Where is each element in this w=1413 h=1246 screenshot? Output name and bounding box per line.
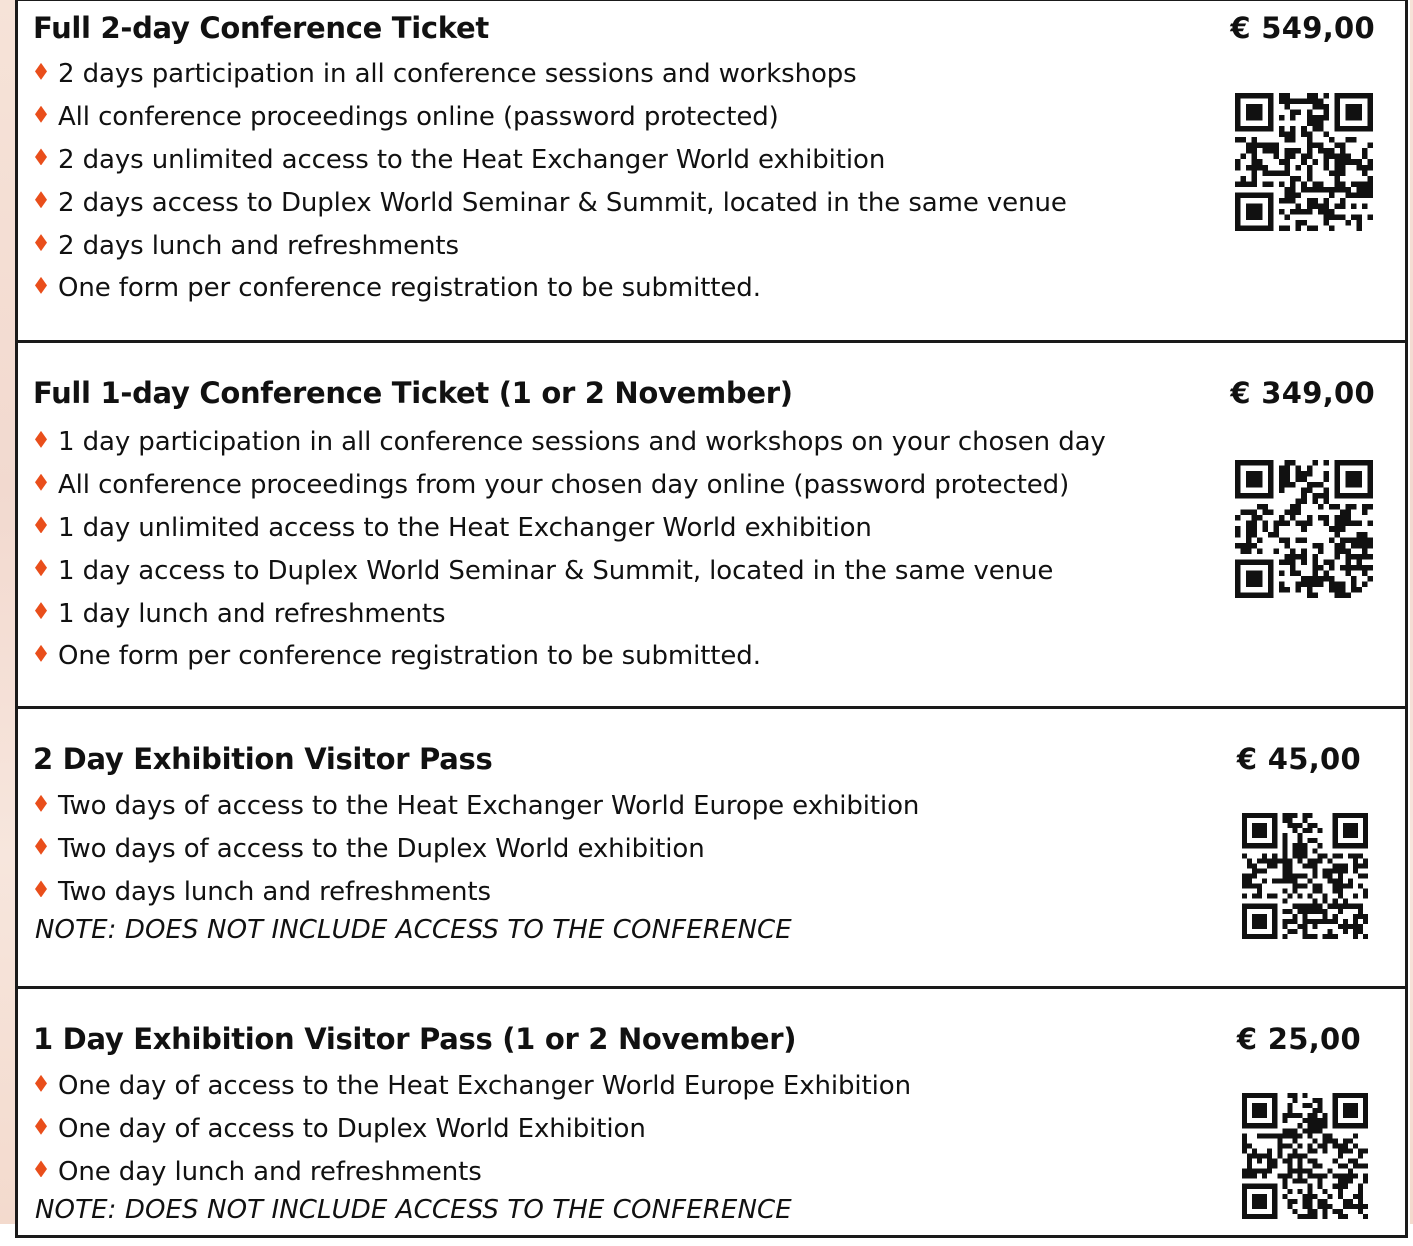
feature-item: All conference proceedings from your cho… <box>33 464 1106 507</box>
feature-text: 2 days unlimited access to the Heat Exch… <box>58 144 886 175</box>
feature-item: Two days of access to the Duplex World e… <box>33 828 919 871</box>
qr-pattern <box>1235 460 1373 598</box>
qr-code-icon[interactable] <box>1242 1093 1368 1219</box>
feature-item: Two days of access to the Heat Exchanger… <box>33 785 919 828</box>
feature-item: 2 days unlimited access to the Heat Exch… <box>33 139 1067 182</box>
diamond-bullet-icon <box>35 644 47 662</box>
qr-pattern <box>1242 1093 1368 1219</box>
ticket-note: NOTE: DOES NOT INCLUDE ACCESS TO THE CON… <box>35 915 792 945</box>
qr-code-icon[interactable] <box>1242 813 1368 939</box>
feature-text: One day of access to the Heat Exchanger … <box>58 1071 911 1102</box>
feature-text: 1 day participation in all conference se… <box>58 427 1106 458</box>
feature-item: All conference proceedings online (passw… <box>33 96 1067 139</box>
feature-text: 1 day unlimited access to the Heat Excha… <box>58 512 872 543</box>
diamond-bullet-icon <box>35 276 47 294</box>
feature-text: 2 days participation in all conference s… <box>58 59 857 90</box>
diamond-bullet-icon <box>35 837 47 855</box>
feature-item: One form per conference registration to … <box>33 635 1106 678</box>
ticket-price: € 25,00 <box>1236 1022 1361 1056</box>
diamond-bullet-icon <box>35 516 47 534</box>
feature-text: One day lunch and refreshments <box>58 1156 482 1187</box>
feature-item: One day of access to Duplex World Exhibi… <box>33 1108 911 1151</box>
page-edge-left <box>0 0 16 1224</box>
ticket-2-day-visitor-pass: 2 Day Exhibition Visitor Pass € 45,00 Tw… <box>18 706 1405 988</box>
qr-pattern <box>1242 813 1368 939</box>
diamond-bullet-icon <box>35 473 47 491</box>
qr-pattern <box>1235 93 1373 231</box>
feature-item: 1 day lunch and refreshments <box>33 592 1106 635</box>
feature-text: All conference proceedings online (passw… <box>58 102 779 133</box>
feature-item: 2 days lunch and refreshments <box>33 224 1067 267</box>
feature-item: One day lunch and refreshments <box>33 1151 911 1194</box>
feature-text: One form per conference registration to … <box>58 641 761 672</box>
feature-text: One form per conference registration to … <box>58 273 761 304</box>
diamond-bullet-icon <box>35 602 47 620</box>
ticket-title: 1 Day Exhibition Visitor Pass (1 or 2 No… <box>33 1022 797 1056</box>
feature-text: Two days of access to the Heat Exchanger… <box>58 791 920 822</box>
feature-text: One day of access to Duplex World Exhibi… <box>58 1114 646 1145</box>
diamond-bullet-icon <box>35 105 47 123</box>
feature-text: 2 days access to Duplex World Seminar & … <box>58 187 1067 218</box>
qr-code-icon[interactable] <box>1235 93 1373 231</box>
feature-text: 2 days lunch and refreshments <box>58 230 459 261</box>
feature-text: 1 day lunch and refreshments <box>58 598 446 629</box>
feature-item: 1 day access to Duplex World Seminar & S… <box>33 549 1106 592</box>
diamond-bullet-icon <box>35 559 47 577</box>
feature-item: Two days lunch and refreshments <box>33 871 919 914</box>
feature-list: One day of access to the Heat Exchanger … <box>33 1065 911 1193</box>
feature-list: 1 day participation in all conference se… <box>33 421 1106 678</box>
feature-item: One form per conference registration to … <box>33 267 1067 310</box>
ticket-1-day-visitor-pass: 1 Day Exhibition Visitor Pass (1 or 2 No… <box>18 986 1405 1246</box>
ticket-full-2-day: Full 2-day Conference Ticket € 549,00 2 … <box>18 1 1405 342</box>
feature-item: 1 day participation in all conference se… <box>33 421 1106 464</box>
diamond-bullet-icon <box>35 794 47 812</box>
ticket-note: NOTE: DOES NOT INCLUDE ACCESS TO THE CON… <box>35 1195 792 1225</box>
diamond-bullet-icon <box>35 1160 47 1178</box>
ticket-full-1-day: Full 1-day Conference Ticket (1 or 2 Nov… <box>18 340 1405 708</box>
ticket-price: € 45,00 <box>1236 742 1361 776</box>
feature-text: 1 day access to Duplex World Seminar & S… <box>58 555 1054 586</box>
feature-item: One day of access to the Heat Exchanger … <box>33 1065 911 1108</box>
feature-item: 2 days participation in all conference s… <box>33 53 1067 96</box>
diamond-bullet-icon <box>35 1117 47 1135</box>
ticket-price: € 549,00 <box>1230 11 1375 45</box>
feature-text: Two days lunch and refreshments <box>58 876 491 907</box>
ticket-table: Full 2-day Conference Ticket € 549,00 2 … <box>15 0 1408 1238</box>
ticket-title: Full 1-day Conference Ticket (1 or 2 Nov… <box>33 376 793 410</box>
diamond-bullet-icon <box>35 430 47 448</box>
ticket-price: € 349,00 <box>1230 376 1375 410</box>
diamond-bullet-icon <box>35 234 47 252</box>
diamond-bullet-icon <box>35 1074 47 1092</box>
diamond-bullet-icon <box>35 191 47 209</box>
ticket-title: 2 Day Exhibition Visitor Pass <box>33 742 493 776</box>
qr-code-icon[interactable] <box>1235 460 1373 598</box>
feature-item: 2 days access to Duplex World Seminar & … <box>33 181 1067 224</box>
feature-text: Two days of access to the Duplex World e… <box>58 834 705 865</box>
feature-list: Two days of access to the Heat Exchanger… <box>33 785 919 913</box>
feature-item: 1 day unlimited access to the Heat Excha… <box>33 507 1106 550</box>
feature-list: 2 days participation in all conference s… <box>33 53 1067 310</box>
feature-text: All conference proceedings from your cho… <box>58 470 1070 501</box>
diamond-bullet-icon <box>35 148 47 166</box>
diamond-bullet-icon <box>35 62 47 80</box>
ticket-title: Full 2-day Conference Ticket <box>33 11 489 45</box>
diamond-bullet-icon <box>35 880 47 898</box>
